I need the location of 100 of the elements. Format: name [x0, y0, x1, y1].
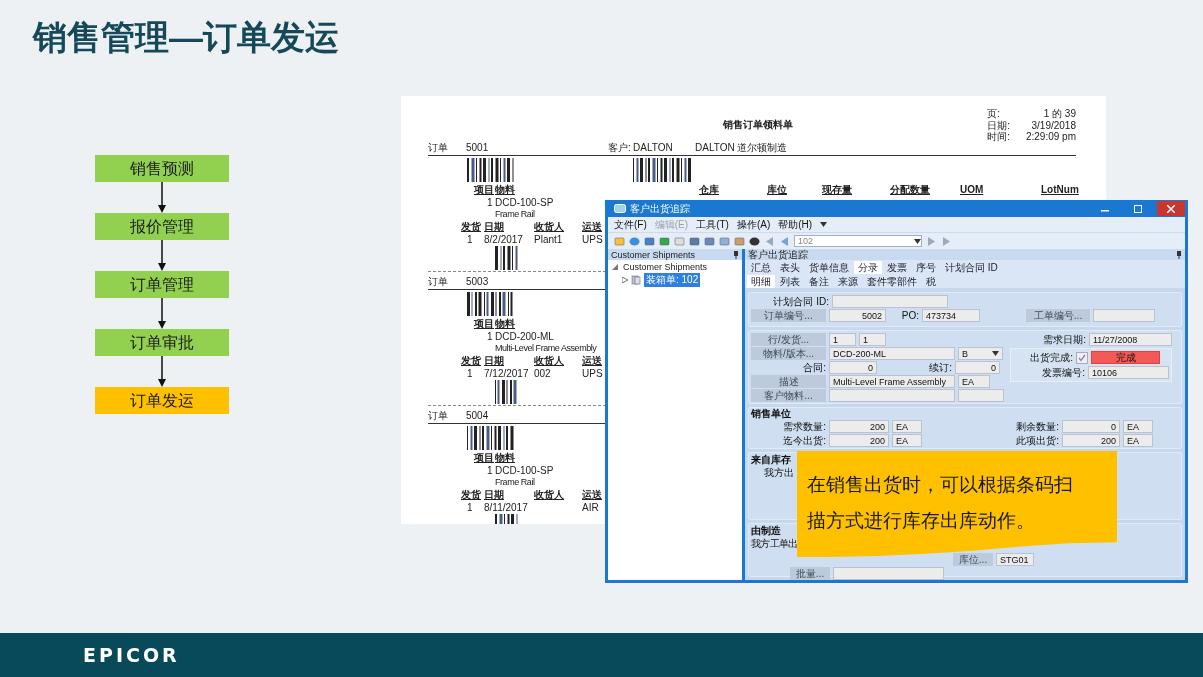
tab[interactable]: 明细: [747, 275, 775, 288]
column-header: 日期: [484, 355, 505, 367]
customer-code: DALTON: [633, 142, 674, 155]
field-label: PO:: [900, 310, 919, 321]
column-header: 收货人: [534, 355, 565, 367]
window-title: 客户出货追踪: [630, 201, 691, 216]
input-field[interactable]: 1: [859, 333, 886, 346]
input-field[interactable]: Multi-Level Frame Assembly: [829, 375, 955, 388]
lookup-button[interactable]: 库位...: [953, 553, 993, 566]
field-label: 我方工单出: [751, 536, 798, 551]
lookup-button[interactable]: 工单编号...: [1026, 309, 1090, 322]
field-label: 需求数量:: [782, 419, 826, 434]
column-header: LotNum: [1041, 184, 1080, 196]
shipment-number: 1: [467, 368, 474, 379]
ship-date: 7/12/2017: [484, 368, 530, 379]
meta-label: 页:: [987, 108, 1001, 120]
tab[interactable]: 套件零部件: [863, 275, 921, 288]
meta-value: 2:29:09 pm: [1024, 131, 1076, 143]
lookup-button[interactable]: 客户物料...: [751, 389, 826, 402]
tab[interactable]: 列表: [776, 275, 804, 288]
tab[interactable]: 序号: [912, 261, 940, 274]
tab[interactable]: 计划合同 ID: [941, 261, 1002, 274]
shipment-number: 1: [467, 234, 474, 245]
input-field[interactable]: 11/27/2008: [1089, 333, 1172, 346]
lookup-button[interactable]: 描述: [751, 375, 826, 388]
field-label: 发票编号:: [1041, 365, 1085, 380]
group-heading: 来自库存: [751, 454, 791, 465]
tab[interactable]: 分录: [854, 261, 882, 274]
part-description: Multi-Level Frame Assembly: [495, 343, 597, 354]
line-number: 1: [487, 197, 494, 208]
menu-item[interactable]: 操作(A): [736, 217, 771, 232]
input-field[interactable]: 5002: [829, 309, 886, 322]
tab[interactable]: 来源: [834, 275, 862, 288]
order-number: 5001: [466, 142, 490, 155]
column-header: 物料: [495, 184, 516, 196]
tab[interactable]: 税: [922, 275, 940, 288]
record-dropdown[interactable]: 102: [794, 235, 922, 247]
order-number: 5003: [466, 276, 490, 289]
input-field[interactable]: 10106: [1088, 366, 1169, 379]
lookup-button[interactable]: 订单编号...: [751, 309, 826, 322]
input-field[interactable]: 200: [829, 434, 889, 447]
input-field[interactable]: EA: [1123, 434, 1153, 447]
tab[interactable]: 货单信息: [805, 261, 853, 274]
field-label: 迄今出货:: [782, 433, 826, 448]
ship-date: 8/11/2017: [484, 502, 529, 513]
line-number: 1: [487, 331, 494, 342]
order-label: 订单: [428, 410, 449, 423]
field-label: 续订:: [928, 360, 952, 375]
input-field[interactable]: 0: [829, 361, 877, 374]
menu-item[interactable]: 帮助(H): [778, 217, 813, 232]
column-header: 发货: [461, 489, 482, 501]
input-field[interactable]: STG01: [996, 553, 1034, 566]
input-field[interactable]: EA: [958, 375, 990, 388]
customer-name: DALTON 道尔顿制造: [695, 142, 789, 155]
column-header: 运送: [582, 355, 603, 367]
input-field[interactable]: EA: [892, 434, 922, 447]
input-field[interactable]: 200: [829, 420, 889, 433]
column-header: 项目: [474, 318, 495, 330]
lookup-button[interactable]: 行/发货...: [751, 333, 826, 346]
field-label: 出货完成:: [1029, 350, 1073, 365]
menu-item[interactable]: 工具(T): [696, 217, 729, 232]
column-header: 物料: [495, 318, 516, 330]
field-label: 剩余数量:: [1015, 419, 1059, 434]
status-field: 完成: [1091, 351, 1160, 364]
meta-label: 时间:: [987, 131, 1010, 143]
menu-item[interactable]: 文件(F): [614, 217, 647, 232]
input-field[interactable]: 200: [1062, 434, 1120, 447]
tab[interactable]: 汇总: [747, 261, 775, 274]
slide-title: 销售管理—订单发运: [33, 17, 340, 58]
process-step: 订单管理: [95, 271, 229, 298]
receiver: 002: [534, 368, 552, 379]
tree-item[interactable]: 装箱单: 102: [644, 273, 701, 287]
input-field[interactable]: EA: [1123, 420, 1153, 433]
input-field[interactable]: DCD-200-ML: [829, 347, 955, 360]
input-field[interactable]: 473734: [922, 309, 980, 322]
column-header: 现存量: [822, 184, 853, 196]
lookup-button[interactable]: 物料/版本...: [751, 347, 826, 360]
field-label: 需求日期:: [1042, 332, 1086, 347]
input-field[interactable]: 1: [829, 333, 856, 346]
column-header: 分配数量: [890, 184, 931, 196]
column-header: 发货: [461, 355, 482, 367]
input-field[interactable]: EA: [892, 420, 922, 433]
revision-dropdown[interactable]: B: [958, 347, 1003, 360]
input-field[interactable]: 0: [955, 361, 1000, 374]
callout-text: 在销售出货时，可以根据条码扫描方式进行库存出库动作。: [807, 473, 1074, 533]
line-number: 1: [487, 465, 494, 476]
tab[interactable]: 发票: [883, 261, 911, 274]
shipment-number: 1: [467, 502, 474, 513]
lookup-button[interactable]: 批量...: [790, 567, 830, 580]
meta-label: 日期:: [987, 119, 1010, 131]
column-header: 运送: [582, 221, 603, 233]
column-header: 收货人: [534, 221, 565, 233]
tab[interactable]: 备注: [805, 275, 833, 288]
part-number: DCD-200-ML: [495, 331, 554, 342]
field-label: 此项出货:: [1015, 433, 1059, 448]
field-label: 我方出: [764, 465, 794, 480]
logo: EPICOR: [83, 644, 180, 666]
tab[interactable]: 表头: [776, 261, 804, 274]
tree-item[interactable]: Customer Shipments: [621, 262, 710, 272]
input-field[interactable]: 0: [1062, 420, 1120, 433]
